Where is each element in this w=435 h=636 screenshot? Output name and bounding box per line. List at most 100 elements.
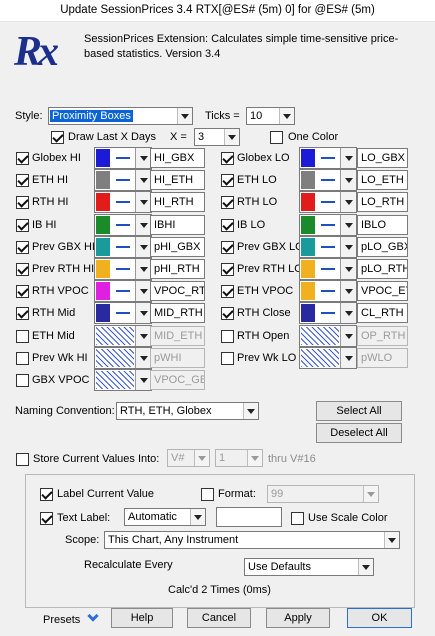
- use-scale-color-checkbox[interactable]: [291, 512, 304, 525]
- item-checkbox[interactable]: [16, 152, 29, 165]
- color-picker-button[interactable]: [94, 302, 152, 324]
- cancel-button[interactable]: Cancel: [187, 608, 251, 628]
- item-checkbox[interactable]: [16, 352, 29, 365]
- store-var-select[interactable]: V#: [167, 449, 210, 467]
- text-label-input[interactable]: [216, 507, 282, 527]
- item-name-input[interactable]: LO_RTH: [357, 192, 408, 212]
- apply-button[interactable]: Apply: [266, 608, 330, 628]
- item-checkbox[interactable]: [221, 263, 234, 276]
- color-picker-button[interactable]: [94, 169, 152, 191]
- item-checkbox[interactable]: [221, 174, 234, 187]
- color-swatch: [301, 216, 315, 234]
- item-checkbox[interactable]: [16, 330, 29, 343]
- color-picker-button[interactable]: [299, 236, 357, 258]
- item-name-input[interactable]: VPOC_RTH: [150, 281, 205, 301]
- item-checkbox[interactable]: [221, 307, 234, 320]
- x-select[interactable]: 3: [194, 128, 240, 146]
- item-name-input[interactable]: HI_RTH: [150, 192, 205, 212]
- select-all-button[interactable]: Select All: [316, 401, 402, 421]
- ticks-select[interactable]: 10: [246, 107, 295, 125]
- item-checkbox[interactable]: [16, 285, 29, 298]
- text-label-label: Text Label:: [57, 512, 111, 524]
- color-picker-button[interactable]: [299, 258, 357, 280]
- color-picker-button[interactable]: [299, 325, 357, 347]
- color-picker-button[interactable]: [299, 191, 357, 213]
- item-name-input[interactable]: VPOC_GBX: [150, 370, 205, 390]
- item-name-input[interactable]: MID_ETH: [150, 326, 205, 346]
- item-name-input[interactable]: pHI_RTH: [150, 259, 205, 279]
- calc-status: Calc'd 2 Times (0ms): [168, 584, 271, 596]
- store-thru-label: thru V#16: [268, 453, 316, 465]
- item-name-input[interactable]: LO_GBX: [357, 148, 408, 168]
- chevron-down-icon: [340, 348, 356, 368]
- color-picker-button[interactable]: [94, 258, 152, 280]
- format-checkbox[interactable]: [201, 488, 214, 501]
- color-picker-button[interactable]: [299, 280, 357, 302]
- format-select[interactable]: 99: [267, 485, 379, 503]
- scope-select[interactable]: This Chart, Any Instrument: [104, 531, 400, 549]
- color-picker-button[interactable]: [299, 302, 357, 324]
- one-color-checkbox[interactable]: [270, 131, 283, 144]
- deselect-all-button[interactable]: Deselect All: [316, 423, 402, 443]
- store-values-checkbox[interactable]: [16, 453, 29, 466]
- store-index-select[interactable]: 1: [215, 449, 263, 467]
- item-checkbox[interactable]: [16, 174, 29, 187]
- item-name-input[interactable]: HI_ETH: [150, 170, 205, 190]
- item-checkbox[interactable]: [221, 219, 234, 232]
- item-checkbox[interactable]: [221, 352, 234, 365]
- item-checkbox[interactable]: [221, 241, 234, 254]
- color-picker-button[interactable]: [94, 214, 152, 236]
- color-picker-button[interactable]: [94, 191, 152, 213]
- presets-label[interactable]: Presets: [43, 611, 80, 629]
- format-value: 99: [271, 488, 284, 500]
- item-name-input[interactable]: IBHI: [150, 215, 205, 235]
- item-name-input[interactable]: IBLO: [357, 215, 408, 235]
- text-label-select[interactable]: Automatic: [124, 508, 206, 526]
- item-checkbox[interactable]: [16, 263, 29, 276]
- color-picker-button[interactable]: [299, 169, 357, 191]
- item-name-input[interactable]: LO_ETH: [357, 170, 408, 190]
- item-name-input[interactable]: MID_RTH: [150, 303, 205, 323]
- item-name-input[interactable]: pLO_GBX: [357, 237, 408, 257]
- draw-last-checkbox[interactable]: [51, 131, 64, 144]
- color-picker-button[interactable]: [299, 347, 357, 369]
- item-checkbox[interactable]: [221, 285, 234, 298]
- store-index-value: 1: [219, 452, 226, 464]
- ok-button[interactable]: OK: [347, 608, 412, 628]
- color-picker-button[interactable]: [94, 147, 152, 169]
- item-checkbox[interactable]: [221, 330, 234, 343]
- color-picker-button[interactable]: [94, 236, 152, 258]
- item-name-input[interactable]: HI_GBX: [150, 148, 205, 168]
- label-current-checkbox[interactable]: [40, 488, 53, 501]
- item-checkbox[interactable]: [221, 196, 234, 209]
- item-name-input[interactable]: pLO_RTH: [357, 259, 408, 279]
- item-name-input[interactable]: OP_RTH: [357, 326, 408, 346]
- chevron-down-icon[interactable]: [87, 610, 99, 622]
- item-checkbox[interactable]: [16, 374, 29, 387]
- recalc-select[interactable]: Use Defaults: [244, 558, 374, 576]
- color-picker-button[interactable]: [94, 325, 152, 347]
- item-checkbox[interactable]: [16, 219, 29, 232]
- help-button[interactable]: Help: [111, 608, 173, 628]
- color-picker-button[interactable]: [299, 214, 357, 236]
- item-checkbox[interactable]: [16, 196, 29, 209]
- item-name-input[interactable]: pHI_GBX: [150, 237, 205, 257]
- item-name-input[interactable]: CL_RTH: [357, 303, 408, 323]
- color-picker-button[interactable]: [94, 369, 152, 391]
- item-checkbox[interactable]: [221, 152, 234, 165]
- item-name-input[interactable]: VPOC_ETH: [357, 281, 408, 301]
- chevron-down-icon: [135, 303, 151, 323]
- item-checkbox[interactable]: [16, 241, 29, 254]
- text-label-checkbox[interactable]: [40, 512, 53, 525]
- color-picker-button[interactable]: [94, 280, 152, 302]
- line-style-icon: [112, 282, 134, 300]
- naming-select[interactable]: RTH, ETH, Globex: [116, 402, 259, 420]
- x-value: 3: [198, 131, 205, 143]
- item-name-input[interactable]: pWLO: [357, 348, 408, 368]
- item-name-input[interactable]: pWHI: [150, 348, 205, 368]
- chevron-down-icon: [135, 370, 151, 390]
- style-select[interactable]: Proximity Boxes: [48, 107, 193, 125]
- color-picker-button[interactable]: [94, 347, 152, 369]
- color-picker-button[interactable]: [299, 147, 357, 169]
- item-checkbox[interactable]: [16, 307, 29, 320]
